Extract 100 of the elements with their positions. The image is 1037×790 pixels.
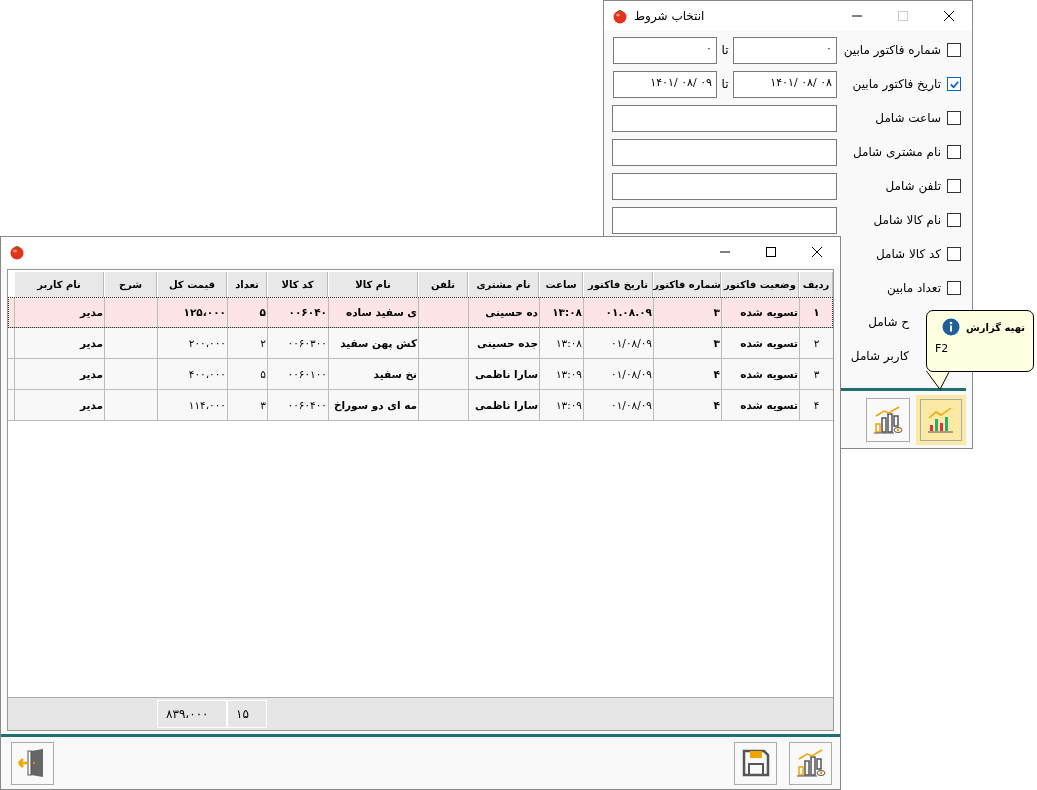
- input-field[interactable]: [612, 138, 837, 166]
- chart-eye-icon: [794, 747, 827, 779]
- table-cell: ۳: [813, 368, 820, 380]
- table-cell: ۰۰۶۰۱۰۰: [287, 368, 327, 380]
- table-cell: کش پهن سفید: [340, 337, 417, 349]
- input-field[interactable]: [612, 104, 837, 132]
- to-field[interactable]: ۰: [613, 36, 717, 64]
- column-header[interactable]: تعداد: [227, 272, 267, 297]
- condition-label: نام کالا شامل: [873, 213, 941, 227]
- table-cell: ۵: [259, 306, 266, 318]
- checkbox[interactable]: [947, 247, 961, 261]
- from-field[interactable]: ۰: [733, 36, 837, 64]
- table-cell: ۱۱۴،۰۰۰: [188, 399, 226, 411]
- column-header[interactable]: شرح: [104, 272, 157, 297]
- condition-label: تعداد مابین: [886, 281, 941, 295]
- table-cell: نخ سفید: [373, 368, 417, 380]
- window-title: انتخاب شروط: [634, 8, 705, 23]
- table-cell: ۰۱/۰۸/۰۹: [611, 368, 652, 380]
- input-field[interactable]: [612, 206, 837, 234]
- table-cell: مدیر: [79, 399, 103, 411]
- to-field[interactable]: ۰۹ /۰۸ /۱۴۰۱: [613, 70, 717, 98]
- table-cell: ۲۰۰،۰۰۰: [188, 337, 226, 349]
- table-cell: ۳: [713, 306, 720, 318]
- table-cell: ۰۱.۰۸.۰۹: [605, 306, 652, 318]
- table-cell: جده حسینی: [477, 337, 538, 349]
- table-cell: ۱۳:۰۹: [555, 368, 582, 380]
- table-cell: ۴: [813, 399, 820, 411]
- condition-label: تلفن شامل: [885, 179, 941, 193]
- exit-button[interactable]: [11, 741, 54, 785]
- column-header[interactable]: قیمت کل: [157, 272, 227, 297]
- table-row[interactable]: ۱ تسویه شده ۳ ۰۱.۰۸.۰۹ ۱۳:۰۸ ده حسینی ی سفید ساده ۰۰۶۰۴۰ ۵ ۱۲۵،۰۰۰ مدیر: [8, 297, 833, 328]
- total-count: ۱۵: [236, 707, 249, 721]
- table-cell: ۰۰۶۰۴۰۰: [287, 399, 327, 411]
- table-cell: ۰۱/۰۸/۰۹: [611, 337, 652, 349]
- tomato-icon: [612, 7, 628, 24]
- table-cell: مدیر: [79, 368, 103, 380]
- column-header[interactable]: وضعیت فاکتور: [721, 272, 799, 297]
- table-row[interactable]: ۴ تسویه شده ۴ ۰۱/۰۸/۰۹ ۱۳:۰۹ سارا ناظمی مه ای دو سوراخ ۰۰۶۰۴۰۰ ۳ ۱۱۴،۰۰۰ مدیر: [8, 390, 833, 421]
- table-cell: ۴: [713, 368, 720, 380]
- table-cell: ۴۰۰،۰۰۰: [188, 368, 226, 380]
- table-cell: ۱: [813, 306, 820, 318]
- condition-label: ح شامل: [868, 315, 909, 329]
- tooltip-title: تهیه گزارش: [966, 321, 1025, 333]
- table-cell: ۳: [713, 337, 720, 349]
- checkbox[interactable]: [947, 179, 961, 193]
- column-header[interactable]: شماره فاکتور: [653, 272, 721, 297]
- condition-label: کد کالا شامل: [875, 247, 941, 261]
- table-cell: ی سفید ساده: [345, 306, 417, 318]
- column-header[interactable]: تاریخ فاکتور: [583, 272, 653, 297]
- table-cell: ۱۳:۰۸: [555, 337, 582, 349]
- column-header[interactable]: کد کالا: [267, 272, 328, 297]
- from-field[interactable]: ۰۸ /۰۸ /۱۴۰۱: [733, 70, 837, 98]
- table-cell: ۴: [713, 399, 720, 411]
- checkbox[interactable]: [947, 77, 961, 91]
- checkbox[interactable]: [947, 213, 961, 227]
- table-cell: ۱۳:۰۸: [552, 306, 582, 318]
- input-field[interactable]: [612, 172, 837, 200]
- checkbox[interactable]: [947, 111, 961, 125]
- column-header[interactable]: نام مشتری: [468, 272, 539, 297]
- table-cell: ۳: [260, 399, 266, 411]
- checkbox[interactable]: [947, 145, 961, 159]
- table-row[interactable]: ۲ تسویه شده ۳ ۰۱/۰۸/۰۹ ۱۳:۰۸ جده حسینی کش پهن سفید ۰۰۶۰۳۰۰ ۲ ۲۰۰،۰۰۰ مدیر: [8, 328, 833, 359]
- table-cell: مدیر: [79, 337, 103, 349]
- column-header[interactable]: نام کالا: [328, 272, 418, 297]
- checkbox[interactable]: [947, 281, 961, 295]
- report-preview-button[interactable]: [789, 741, 832, 785]
- condition-label: تاریخ فاکتور مابین: [852, 77, 941, 91]
- table-cell: تسویه شده: [740, 368, 798, 380]
- table-cell: ۰۰۶۰۳۰۰: [287, 337, 327, 349]
- to-label: تا: [720, 43, 730, 57]
- tomato-icon: [9, 243, 25, 260]
- table-cell: تسویه شده: [740, 399, 798, 411]
- table-cell: ۵: [260, 368, 266, 380]
- table-cell: تسویه شده: [740, 337, 798, 349]
- column-header[interactable]: نام کاربر: [14, 272, 104, 297]
- table-cell: ۲: [813, 337, 820, 349]
- checkbox[interactable]: [947, 43, 961, 57]
- shortcut-label: F2: [935, 342, 949, 355]
- column-header[interactable]: تلفن: [418, 272, 468, 297]
- total-price: ۸۳۹،۰۰۰: [166, 707, 209, 721]
- condition-label: نام مشتری شامل: [852, 145, 941, 159]
- report-button[interactable]: [920, 398, 962, 441]
- save-button[interactable]: [734, 741, 777, 785]
- table-cell: مه ای دو سوراخ: [333, 399, 417, 411]
- table-cell: سارا ناظمی: [475, 368, 538, 380]
- table-cell: ۰۰۶۰۴۰: [288, 306, 327, 318]
- table-cell: ده حسینی: [485, 306, 538, 318]
- table-row[interactable]: ۳ تسویه شده ۴ ۰۱/۰۸/۰۹ ۱۳:۰۹ سارا ناظمی نخ سفید ۰۰۶۰۱۰۰ ۵ ۴۰۰،۰۰۰ مدیر: [8, 359, 833, 390]
- info-icon: [942, 318, 960, 336]
- table-cell: ۲: [260, 337, 266, 349]
- table-cell: ۱۳:۰۹: [555, 399, 582, 411]
- condition-label: کاربر شامل: [850, 349, 909, 363]
- column-header[interactable]: ساعت: [539, 272, 583, 297]
- chart-eye-icon: [872, 403, 904, 436]
- table-cell: سارا ناظمی: [475, 399, 538, 411]
- report-preview-button[interactable]: [866, 397, 910, 442]
- to-label: تا: [720, 77, 730, 91]
- table-cell: مدیر: [79, 306, 103, 318]
- column-header[interactable]: ردیف: [799, 272, 833, 297]
- table-cell: تسویه شده: [740, 306, 798, 318]
